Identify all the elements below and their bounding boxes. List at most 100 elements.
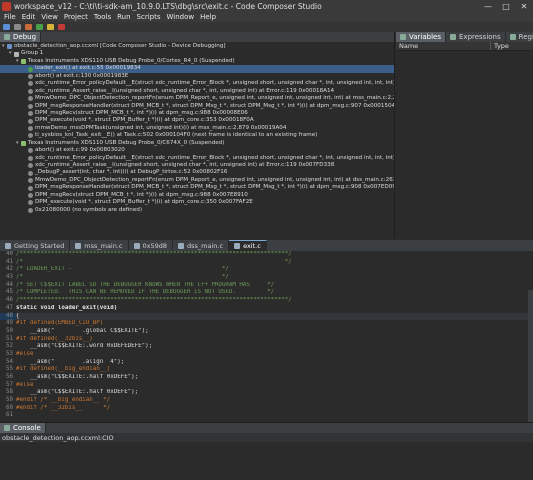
new-icon[interactable]: [3, 24, 10, 30]
code-line[interactable]: 40/*************************************…: [0, 251, 533, 259]
code-line[interactable]: 44/* SET C$$EXIT LABEL SO THE DEBUGGER K…: [0, 282, 533, 290]
tree-node[interactable]: ▾ Group 1: [0, 50, 394, 57]
build-icon[interactable]: [25, 24, 32, 30]
stack-frame[interactable]: MmwDemo_DPC_ObjectDetection_reportFn(enu…: [0, 177, 394, 184]
tree-node[interactable]: ▾ obstacle_detection_aop.ccxml [Code Comp…: [0, 43, 394, 50]
minimize-button[interactable]: —: [479, 0, 497, 12]
code-line[interactable]: 49 #if defined(EMBED_CIO_BP): [0, 320, 533, 328]
tree-node-label: MmwDemo_DPC_ObjectDetection_reportFn(enu…: [35, 95, 394, 102]
tab-expressions[interactable]: Expressions: [446, 32, 506, 42]
stack-frame[interactable]: ti_sysbios_knl_Task_exit__E() at Task.c:…: [0, 132, 394, 139]
code-line[interactable]: 61: [0, 412, 533, 420]
tree-node-label: DPM_msgRecv(struct DPM_MCB_t *, int *)(i…: [35, 109, 248, 116]
tab-disassembly[interactable]: 0x59d8: [129, 240, 174, 251]
tab-mss-main[interactable]: mss_main.c: [70, 240, 129, 251]
code-line[interactable]: 57 #else: [0, 382, 533, 390]
code-text: /***************************************…: [16, 297, 292, 304]
code-line[interactable]: 55 #if defined(__big_endian__): [0, 366, 533, 374]
tab-variables[interactable]: Variables: [396, 32, 446, 42]
tab-debug[interactable]: Debug: [0, 32, 42, 42]
code-line[interactable]: 58 __asm("C$$EXITE:.half 0xDEFE");: [0, 389, 533, 397]
debug-icon[interactable]: [36, 24, 43, 30]
code-line[interactable]: 59 #endif /* __big_endian__ */: [0, 397, 533, 405]
code-line[interactable]: 50 __asm(" .global C$$EXITE");: [0, 328, 533, 336]
tree-node[interactable]: ▾ Texas Instruments XDS110 USB Debug Prob…: [0, 58, 394, 65]
tree-node[interactable]: ▾ Texas Instruments XDS110 USB Debug Prob…: [0, 140, 394, 147]
stack-frame[interactable]: xdc_runtime_Error_policyDefault__E(struc…: [0, 80, 394, 87]
debug-call-stack-tree: ▾ obstacle_detection_aop.ccxml [Code Comp…: [0, 42, 394, 238]
code-text: {: [16, 312, 20, 319]
code-line[interactable]: 56 __asm("C$$EXITE:.half 0xDEFE");: [0, 374, 533, 382]
terminate-icon[interactable]: [58, 24, 65, 30]
stack-frame[interactable]: mmwDemo_mssDPMTask(unsigned int, unsigne…: [0, 125, 394, 132]
menu-run[interactable]: Run: [117, 13, 130, 21]
line-number: 42: [6, 266, 13, 273]
stack-frame[interactable]: abort() at exit.c:130 0x0001983E: [0, 73, 394, 80]
tree-node-label: DPM_msgRecv(struct DPM_MCB_t *, int *)(i…: [35, 191, 248, 198]
code-line[interactable]: 42/* LOADER_EXIT - */: [0, 266, 533, 274]
code-line[interactable]: 51 #if defined(__32bis__): [0, 336, 533, 344]
tree-node-label: loader_exit() at exit.c:55 0x00019834: [35, 65, 141, 72]
tree-node-label: DPM_msgResponseHandler(struct DPM_MCB_t …: [35, 102, 394, 109]
line-number: 60: [6, 404, 13, 411]
stack-frame[interactable]: DPM_msgRecv(struct DPM_MCB_t *, int *)(i…: [0, 192, 394, 199]
tree-node-label: MmwDemo_DPC_ObjectDetection_reportFn(enu…: [35, 176, 394, 183]
code-text: #if defined(__32bis__): [16, 335, 93, 342]
code-line[interactable]: 53 #else: [0, 351, 533, 359]
tab-registers[interactable]: Registers: [506, 32, 533, 42]
code-line[interactable]: 41/* */: [0, 259, 533, 267]
stack-frame[interactable]: xdc_runtime_Assert_raise__I(unsigned sho…: [0, 88, 394, 95]
tree-node-label: 0x21080000 (no symbols are defined): [35, 206, 142, 213]
menu-bar: File Edit View Project Tools Run Scripts…: [0, 12, 533, 22]
stack-frame[interactable]: 0x21080000 (no symbols are defined): [0, 207, 394, 214]
tab-exit-c[interactable]: exit.c: [229, 240, 267, 251]
stack-frame[interactable]: DPM_execute(void *, struct DPM_Buffer_t …: [0, 199, 394, 206]
code-line[interactable]: 47 static void loader_exit(void): [0, 305, 533, 313]
menu-window[interactable]: Window: [167, 13, 195, 21]
menu-view[interactable]: View: [41, 13, 58, 21]
menu-file[interactable]: File: [4, 13, 16, 21]
code-line[interactable]: 54 __asm(" .align 4");: [0, 359, 533, 367]
code-line[interactable]: 60 #endif /* __32bis__ */: [0, 405, 533, 413]
code-line[interactable]: 48{: [0, 312, 533, 321]
stack-frame[interactable]: MmwDemo_DPC_ObjectDetection_reportFn(enu…: [0, 95, 394, 102]
stack-frame[interactable]: DPM_msgResponseHandler(struct DPM_MCB_t …: [0, 184, 394, 191]
menu-help[interactable]: Help: [200, 13, 216, 21]
code-editor[interactable]: 40/*************************************…: [0, 251, 533, 420]
stack-frame[interactable]: DPM_msgResponseHandler(struct DPM_MCB_t …: [0, 103, 394, 110]
stack-frame[interactable]: DPM_execute(void *, struct DPM_Buffer_t …: [0, 117, 394, 124]
tab-getting-started[interactable]: Getting Started: [0, 240, 71, 251]
stack-frame[interactable]: _DebugP_assert(int, char *, int)(i) at D…: [0, 169, 394, 176]
tree-node-label: obstacle_detection_aop.ccxml [Code Compo…: [14, 43, 226, 49]
resume-icon[interactable]: [47, 24, 54, 30]
menu-edit[interactable]: Edit: [22, 13, 36, 21]
stack-frame[interactable]: DPM_msgRecv(struct DPM_MCB_t *, int *)(i…: [0, 110, 394, 117]
stack-frame[interactable]: xdc_runtime_Assert_raise__I(unsigned sho…: [0, 162, 394, 169]
menu-scripts[interactable]: Scripts: [137, 13, 161, 21]
debug-view: Debug ▾ obstacle_detection_aop.ccxml [Cod…: [0, 32, 395, 238]
code-text: #else: [16, 350, 34, 357]
tab-console[interactable]: Console: [0, 423, 46, 433]
save-icon[interactable]: [14, 24, 21, 30]
code-line[interactable]: 52 __asm("C$$EXITE:.word 0xDEFEDEFE");: [0, 343, 533, 351]
tree-node-label: abort() at exit.c:99 0x00803020: [35, 147, 125, 154]
code-line[interactable]: 45/* COMPLETED. THIS CAN BE REMOVED IF T…: [0, 289, 533, 297]
code-line[interactable]: 46/*************************************…: [0, 297, 533, 305]
line-number: 48: [0, 312, 16, 321]
code-text: #if defined(__big_endian__): [16, 366, 111, 373]
stack-frame[interactable]: abort() at exit.c:99 0x00803020: [0, 147, 394, 154]
stack-frame[interactable]: loader_exit() at exit.c:55 0x00019834: [0, 65, 394, 73]
tab-dss-main[interactable]: dss_main.c: [173, 240, 230, 251]
menu-project[interactable]: Project: [64, 13, 88, 21]
close-button[interactable]: ✕: [515, 0, 533, 12]
code-text: /* LOADER_EXIT - */: [16, 266, 229, 273]
c-file-icon: [178, 242, 185, 249]
column-type[interactable]: Type: [491, 42, 509, 50]
menu-tools[interactable]: Tools: [94, 13, 111, 21]
maximize-button[interactable]: □: [497, 0, 515, 12]
stack-frame[interactable]: xdc_runtime_Error_policyDefault__E(struc…: [0, 155, 394, 162]
code-line[interactable]: 43/* */: [0, 274, 533, 282]
line-number: 49: [6, 320, 13, 327]
column-name[interactable]: Name: [396, 42, 491, 50]
